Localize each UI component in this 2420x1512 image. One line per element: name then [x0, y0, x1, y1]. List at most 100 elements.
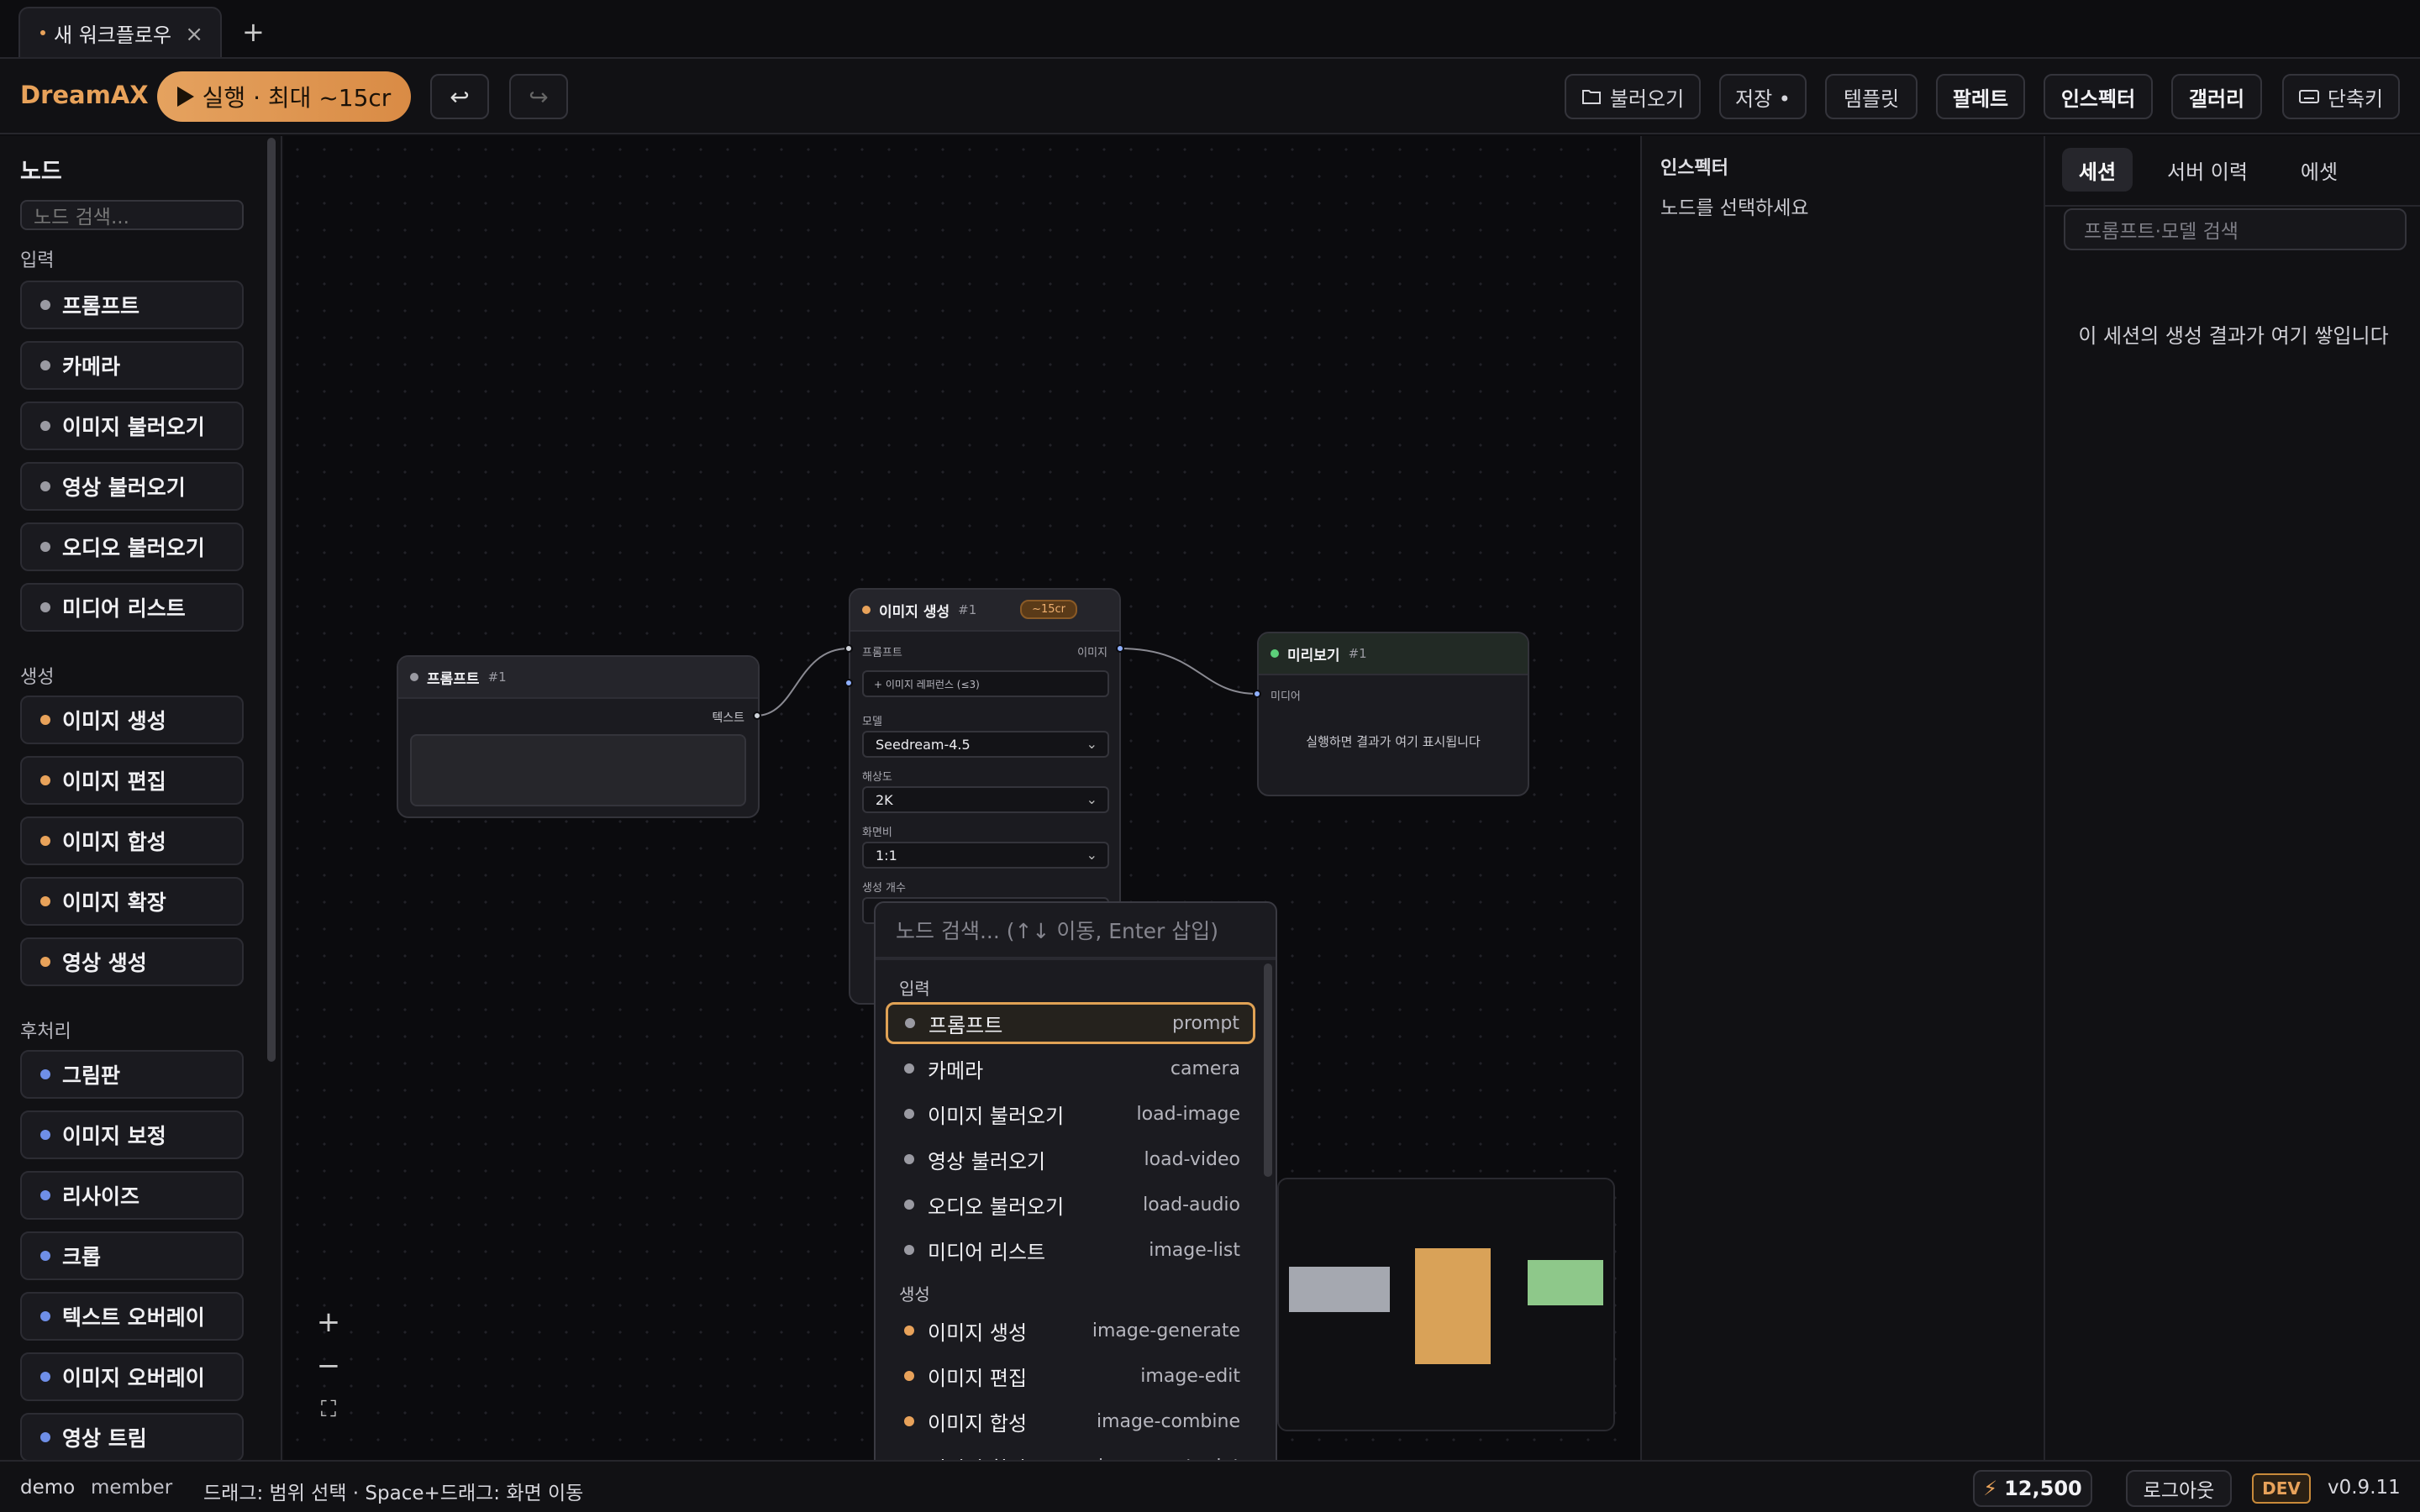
palette-item-image-edit[interactable]: 이미지 편집 image-edit	[886, 1355, 1255, 1397]
close-icon[interactable]: ×	[185, 22, 203, 47]
app-logo: DreamAX	[20, 81, 149, 109]
sidebar-item-label: 이미지 합성	[62, 830, 166, 854]
sidebar-item-label: 미디어 리스트	[62, 596, 186, 621]
tab-session[interactable]: 세션	[2062, 148, 2133, 192]
logout-button[interactable]: 로그아웃	[2126, 1470, 2232, 1507]
palette-item-image-list[interactable]: 미디어 리스트 image-list	[886, 1229, 1255, 1271]
model-select[interactable]: Seedream-4.5 ⌄	[862, 731, 1109, 758]
shortcuts-button[interactable]: 단축키	[2282, 74, 2400, 119]
resolution-select[interactable]: 2K ⌄	[862, 786, 1109, 813]
palette-search-input[interactable]: 노드 검색... (↑↓ 이동, Enter 삽입)	[876, 903, 1276, 960]
sidebar-item-crop[interactable]: 크롭	[20, 1231, 244, 1280]
inspector-empty-text: 노드를 선택하세요	[1660, 197, 1809, 219]
palette-item-image-combine[interactable]: 이미지 합성 image-combine	[886, 1400, 1255, 1442]
gen-node-header[interactable]: 이미지 생성 #1 ~15cr	[850, 590, 1119, 632]
sidebar-item-video-generate[interactable]: 영상 생성	[20, 937, 244, 986]
inspector-button[interactable]: 인스펙터	[2044, 74, 2153, 119]
node-search-input[interactable]: 노드 검색...	[20, 200, 244, 230]
prompt-textarea[interactable]	[410, 734, 746, 806]
load-button[interactable]: 불러오기	[1565, 74, 1701, 119]
palette-button[interactable]: 팔레트	[1936, 74, 2025, 119]
sidebar-item-image-edit[interactable]: 이미지 편집	[20, 756, 244, 805]
run-button[interactable]: 실행 · 최대 ~15cr	[157, 71, 411, 122]
sidebar-item-text-overlay[interactable]: 텍스트 오버레이	[20, 1292, 244, 1341]
sidebar-item-image-combine[interactable]: 이미지 합성	[20, 816, 244, 865]
sidebar-item-camera[interactable]: 카메라	[20, 341, 244, 390]
canvas-hint: 드래그: 범위 선택 · Space+드래그: 화면 이동	[203, 1483, 584, 1504]
node-dot-icon	[904, 1200, 914, 1210]
sidebar-item-load-audio[interactable]: 오디오 불러오기	[20, 522, 244, 571]
sidebar-item-label: 크롭	[62, 1245, 102, 1269]
palette-item-key: load-audio	[1143, 1194, 1240, 1215]
run-button-label: 실행 · 최대 ~15cr	[202, 84, 392, 112]
prompt-node[interactable]: 프롬프트 #1 텍스트	[397, 655, 760, 818]
zoom-controls: + − ⛶	[311, 1300, 346, 1431]
inspector-panel: 인스펙터 노드를 선택하세요	[1640, 136, 2044, 1460]
sidebar-item-load-video[interactable]: 영상 불러오기	[20, 462, 244, 511]
gallery-button[interactable]: 갤러리	[2171, 74, 2262, 119]
add-reference-button[interactable]: + 이미지 레퍼런스 (≤3)	[862, 670, 1109, 697]
add-tab-button[interactable]: +	[242, 7, 265, 57]
preview-media-input-port[interactable]	[1253, 690, 1261, 698]
palette-item-image-generate[interactable]: 이미지 생성 image-generate	[886, 1310, 1255, 1352]
gen-image-output-port[interactable]	[1116, 644, 1124, 653]
credits-value: 12,500	[2004, 1477, 2082, 1500]
sidebar-item-media-list[interactable]: 미디어 리스트	[20, 583, 244, 632]
redo-button[interactable]: ↪	[509, 74, 568, 119]
sidebar-item-label: 이미지 불러오기	[62, 415, 205, 439]
gen-prompt-input-port[interactable]	[844, 644, 853, 653]
credits-badge[interactable]: ⚡ 12,500	[1973, 1470, 2092, 1507]
sidebar-item-label: 이미지 생성	[62, 709, 166, 733]
fit-view-button[interactable]: ⛶	[311, 1388, 346, 1431]
undo-icon: ↩	[450, 82, 470, 111]
prompt-output-port[interactable]	[753, 711, 761, 720]
node-dot-icon	[862, 606, 871, 614]
gen-reference-input-port[interactable]	[844, 679, 853, 687]
palette-item-label: 오디오 불러오기	[928, 1194, 1065, 1219]
palette-section-label: 입력	[899, 979, 930, 999]
undo-button[interactable]: ↩	[430, 74, 489, 119]
palette-item-load-video[interactable]: 영상 불러오기 load-video	[886, 1138, 1255, 1180]
tab-assets[interactable]: 에셋	[2281, 148, 2358, 192]
node-title: 프롬프트	[427, 670, 480, 688]
palette-item-label: 이미지 불러오기	[928, 1104, 1065, 1128]
preview-empty-text: 실행하면 결과가 여기 표시됩니다	[1306, 734, 1481, 749]
node-dot-icon	[1270, 649, 1279, 658]
sidebar-item-paint[interactable]: 그림판	[20, 1050, 244, 1099]
zoom-in-button[interactable]: +	[311, 1300, 346, 1344]
sidebar-item-resize[interactable]: 리사이즈	[20, 1171, 244, 1220]
node-palette-popup: 노드 검색... (↑↓ 이동, Enter 삽입) 입력 프롬프트 prompt…	[874, 901, 1277, 1499]
cost-badge: ~15cr	[1020, 600, 1077, 619]
palette-scrollbar[interactable]	[1264, 963, 1272, 1177]
input-label: 미디어	[1270, 690, 1301, 703]
sidebar-scrollbar[interactable]	[267, 138, 276, 1062]
sidebar-item-image-overlay[interactable]: 이미지 오버레이	[20, 1352, 244, 1401]
sidebar-item-image-generate[interactable]: 이미지 생성	[20, 696, 244, 744]
palette-item-camera[interactable]: 카메라 camera	[886, 1047, 1255, 1089]
palette-item-load-image[interactable]: 이미지 불러오기 load-image	[886, 1093, 1255, 1135]
gallery-search-input[interactable]: 프롬프트·모델 검색	[2064, 208, 2407, 250]
sidebar-item-video-trim[interactable]: 영상 트림	[20, 1413, 244, 1460]
prompt-node-header[interactable]: 프롬프트 #1	[398, 657, 758, 699]
ratio-select[interactable]: 1:1 ⌄	[862, 842, 1109, 869]
sidebar-item-prompt[interactable]: 프롬프트	[20, 281, 244, 329]
zoom-out-button[interactable]: −	[311, 1344, 346, 1388]
minimap[interactable]	[1277, 1178, 1615, 1431]
tab-workflow[interactable]: 새 워크플로우 ×	[18, 7, 222, 57]
tab-server-history[interactable]: 서버 이력	[2144, 148, 2270, 192]
preview-node-header[interactable]: 미리보기 #1	[1259, 633, 1528, 675]
preview-node[interactable]: 미리보기 #1 미디어 실행하면 결과가 여기 표시됩니다	[1257, 632, 1529, 796]
templates-button[interactable]: 템플릿	[1825, 74, 1918, 119]
sidebar-item-image-adjust[interactable]: 이미지 보정	[20, 1110, 244, 1159]
node-dot-icon	[905, 1018, 915, 1028]
palette-item-prompt[interactable]: 프롬프트 prompt	[886, 1002, 1255, 1044]
sidebar-item-load-image[interactable]: 이미지 불러오기	[20, 402, 244, 450]
palette-item-load-audio[interactable]: 오디오 불러오기 load-audio	[886, 1184, 1255, 1226]
app-window: 새 워크플로우 × + DreamAX 실행 · 최대 ~15cr ↩ ↪ 불러…	[0, 0, 2420, 1512]
save-button[interactable]: 저장 •	[1719, 74, 1807, 119]
sidebar-item-label: 그림판	[62, 1063, 121, 1088]
node-dot-icon	[40, 602, 50, 612]
sidebar-item-image-outpaint[interactable]: 이미지 확장	[20, 877, 244, 926]
palette-item-key: image-list	[1149, 1239, 1240, 1261]
palette-section-label: 생성	[899, 1284, 930, 1305]
